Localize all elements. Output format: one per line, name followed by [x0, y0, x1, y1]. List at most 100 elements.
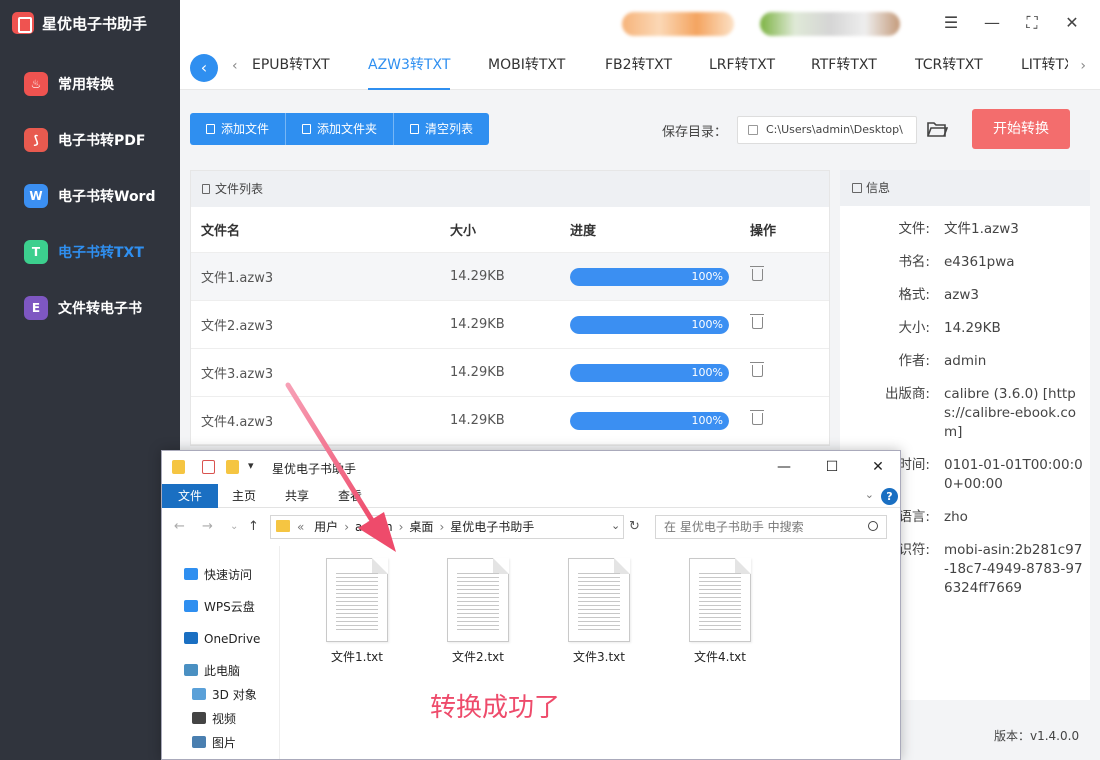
open-folder-icon[interactable]	[926, 119, 948, 139]
minimize-icon[interactable]: —	[981, 12, 1003, 34]
add-folder-label: 添加文件夹	[317, 122, 378, 136]
file-item[interactable]: 文件2.txt	[423, 556, 533, 666]
file-size: 14.29KB	[450, 269, 505, 284]
nav-pane-item-6[interactable]: 图片	[192, 734, 236, 752]
add-file-button[interactable]: 添加文件	[190, 113, 287, 145]
save-dir-input[interactable]: C:\Users\admin\Desktop\	[737, 116, 917, 144]
table-row[interactable]: 文件1.azw3 14.29KB 100%	[191, 253, 829, 301]
table-row[interactable]: 文件2.azw3 14.29KB 100%	[191, 301, 829, 349]
progress-bar: 100%	[570, 363, 729, 382]
tabs-prev-icon[interactable]: ‹	[232, 58, 238, 74]
new-folder-icon[interactable]	[226, 460, 239, 474]
ribbon-tab-home[interactable]: 主页	[224, 484, 264, 508]
explorer-file-area: 文件1.txt 文件2.txt 文件3.txt 文件4.txt	[282, 546, 900, 759]
sidebar-item-4[interactable]: E 文件转电子书	[0, 280, 180, 336]
breadcrumb-item[interactable]: 用户	[314, 520, 338, 534]
computer-icon	[184, 664, 198, 676]
sidebar-item-1[interactable]: ⟆ 电子书转PDF	[0, 112, 180, 168]
file-size: 14.29KB	[450, 413, 505, 428]
sidebar-item-2[interactable]: W 电子书转Word	[0, 168, 180, 224]
picture-icon	[192, 736, 206, 748]
up-arrow-icon[interactable]: ↑	[248, 519, 259, 534]
progress-text: 100%	[691, 413, 723, 427]
nav-pane-item-4[interactable]: 3D 对象	[192, 686, 257, 704]
delete-icon[interactable]	[750, 313, 764, 329]
file-name: 文件1.azw3	[201, 271, 274, 286]
nav-pane-item-0[interactable]: 快速访问	[184, 566, 252, 584]
address-dropdown-icon[interactable]: ⌄	[611, 519, 620, 532]
file-label: 文件4.txt	[694, 650, 746, 664]
delete-icon[interactable]	[750, 265, 764, 281]
properties-icon[interactable]	[202, 460, 215, 474]
tab-0[interactable]: EPUB转TXT	[252, 46, 330, 90]
folder-icon[interactable]	[172, 460, 185, 474]
txt-file-icon	[689, 558, 751, 642]
back-button[interactable]: ‹	[190, 54, 218, 82]
explorer-search-input[interactable]: 在 星优电子书助手 中搜索	[655, 515, 887, 539]
file-name: 文件3.azw3	[201, 367, 274, 382]
version-label: 版本：v1.4.0.0	[994, 729, 1080, 743]
refresh-icon[interactable]: ↻	[629, 519, 640, 534]
nav-pane-item-1[interactable]: WPS云盘	[184, 598, 255, 616]
close-icon[interactable]: ✕	[1061, 12, 1083, 34]
sidebar-item-3[interactable]: T 电子书转TXT	[0, 224, 180, 280]
breadcrumb-separator-icon[interactable]: ›	[399, 520, 404, 534]
explorer-maximize-icon[interactable]: ☐	[822, 457, 842, 477]
tab-6[interactable]: TCR转TXT	[915, 46, 983, 90]
nav-pane-label: 视频	[212, 712, 237, 726]
file-item[interactable]: 文件4.txt	[665, 556, 775, 666]
tab-3[interactable]: FB2转TXT	[605, 46, 672, 90]
blurred-account[interactable]	[760, 12, 900, 36]
nav-pane-item-2[interactable]: OneDrive	[184, 630, 260, 648]
tabs-next-icon[interactable]: ›	[1080, 58, 1086, 74]
progress-bar: 100%	[570, 411, 729, 430]
file-item[interactable]: 文件1.txt	[302, 556, 412, 666]
breadcrumb-separator-icon[interactable]: ›	[344, 520, 349, 534]
add-folder-button[interactable]: 添加文件夹	[286, 113, 395, 145]
back-arrow-icon[interactable]: ←	[174, 519, 185, 534]
tabs: EPUB转TXT AZW3转TXT MOBI转TXT FB2转TXT LRF转TXT RT…	[242, 46, 1068, 90]
breadcrumb-overflow-icon[interactable]: «	[297, 520, 304, 534]
cube-icon	[192, 688, 206, 700]
blurred-avatar[interactable]	[622, 12, 734, 36]
delete-icon[interactable]	[750, 361, 764, 377]
delete-icon[interactable]	[750, 409, 764, 425]
nav-pane-item-3[interactable]: 此电脑	[184, 662, 240, 680]
explorer-close-icon[interactable]: ✕	[868, 457, 888, 477]
quick-access-dropdown-icon[interactable]: ▾	[248, 459, 254, 472]
action-cell	[750, 361, 820, 381]
breadcrumb-item[interactable]: 星优电子书助手	[450, 520, 534, 534]
explorer-ribbon: 文件 主页 共享 查看 ⌄ ?	[162, 484, 900, 508]
clear-list-button[interactable]: 清空列表	[394, 113, 489, 145]
forward-arrow-icon[interactable]: →	[202, 519, 213, 534]
table-row[interactable]: 文件3.azw3 14.29KB 100%	[191, 349, 829, 397]
address-input[interactable]: « 用户 › admin › 桌面 › 星优电子书助手	[270, 515, 624, 539]
address-folder-icon	[276, 520, 290, 532]
file-item[interactable]: 文件3.txt	[544, 556, 654, 666]
sidebar-item-0[interactable]: ♨ 常用转换	[0, 56, 180, 112]
settings-icon[interactable]: ☰	[940, 12, 962, 34]
maximize-icon[interactable]: ⛶	[1021, 12, 1043, 34]
table-row[interactable]: 文件4.azw3 14.29KB 100%	[191, 397, 829, 445]
txt-file-icon	[447, 558, 509, 642]
app-logo-icon	[12, 12, 34, 34]
tab-2[interactable]: MOBI转TXT	[488, 46, 565, 90]
tab-1[interactable]: AZW3转TXT	[368, 46, 451, 90]
breadcrumb-item[interactable]: 桌面	[409, 520, 433, 534]
nav-pane-item-5[interactable]: 视频	[192, 710, 236, 728]
breadcrumb-separator-icon[interactable]: ›	[439, 520, 444, 534]
recent-dropdown-icon[interactable]: ⌄	[230, 521, 238, 532]
tab-7[interactable]: LIT转TXT	[1021, 46, 1068, 90]
ribbon-expand-icon[interactable]: ⌄	[865, 488, 874, 501]
explorer-minimize-icon[interactable]: —	[774, 457, 794, 477]
fire-icon: ♨	[24, 72, 48, 96]
ribbon-tab-share[interactable]: 共享	[277, 484, 317, 508]
ribbon-tab-file[interactable]: 文件	[162, 484, 218, 508]
breadcrumb-item[interactable]: admin	[355, 520, 393, 534]
help-icon[interactable]: ?	[881, 488, 898, 505]
start-convert-button[interactable]: 开始转换	[972, 109, 1070, 149]
tab-4[interactable]: LRF转TXT	[709, 46, 775, 90]
title-bar: ☰ — ⛶ ✕	[180, 0, 1100, 46]
ribbon-tab-view[interactable]: 查看	[330, 484, 370, 508]
tab-5[interactable]: RTF转TXT	[811, 46, 877, 90]
